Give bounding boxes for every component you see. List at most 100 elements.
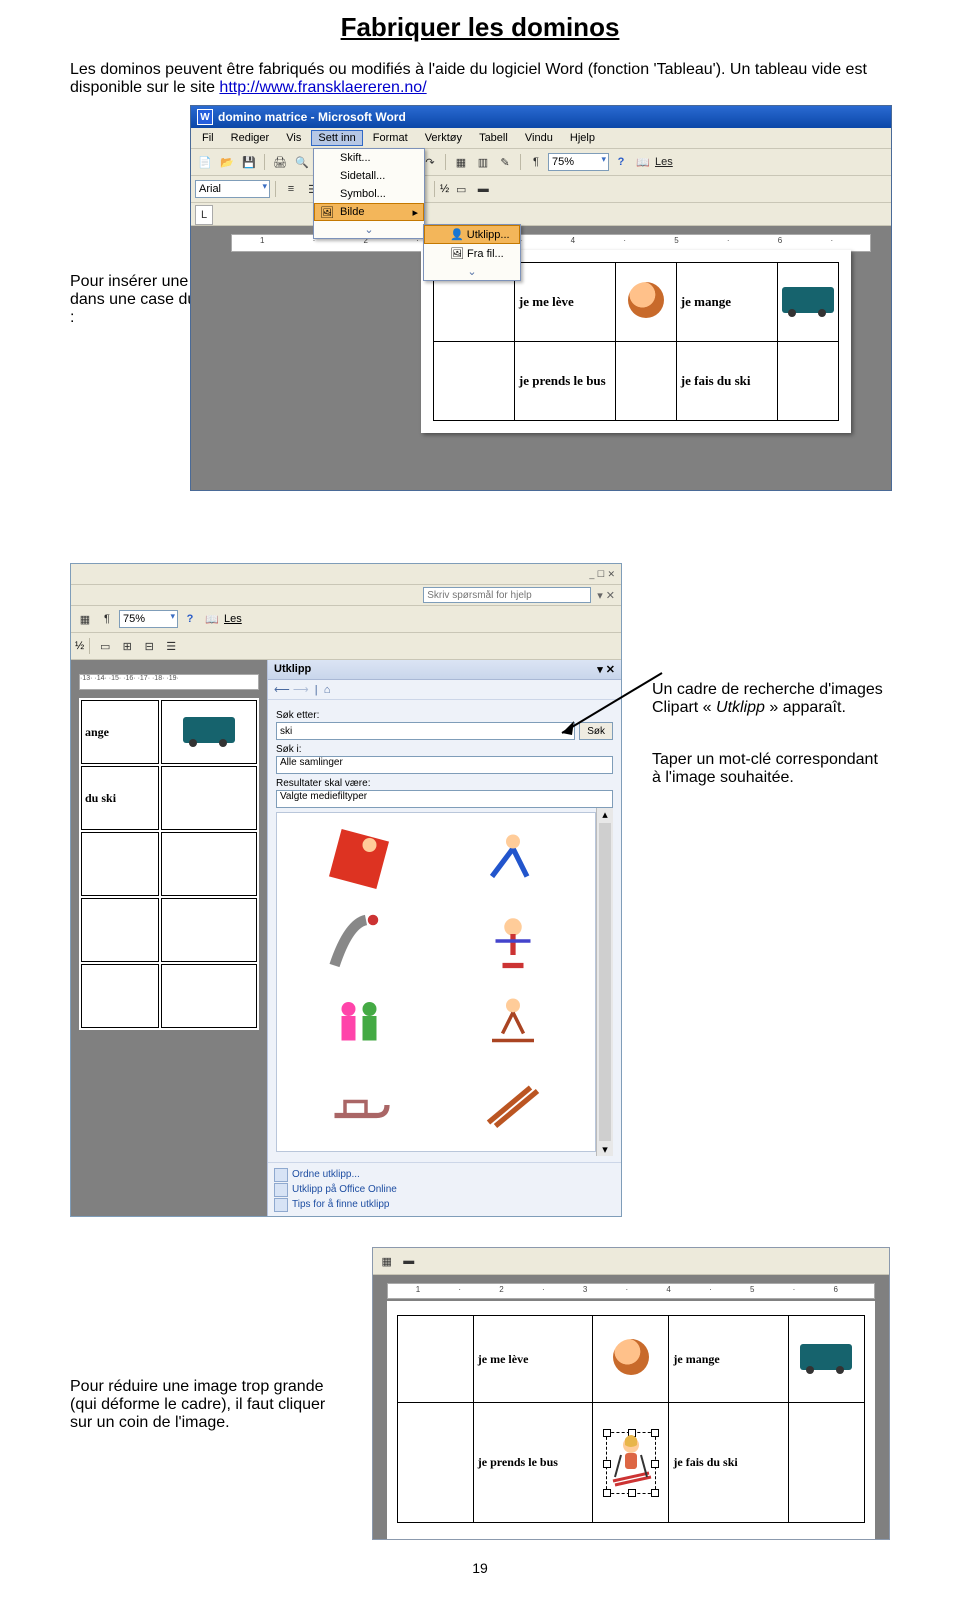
align-left-icon[interactable]: ≡ <box>281 179 301 199</box>
pilcrow-icon[interactable]: ¶ <box>526 152 546 172</box>
table-icon[interactable]: ▦ <box>451 152 471 172</box>
fill-drop-icon[interactable]: ▬ <box>399 1251 419 1271</box>
menu-settinn[interactable]: Sett inn <box>311 130 362 146</box>
read-icon-2[interactable]: 📖 <box>202 609 222 629</box>
read-icon[interactable]: 📖 <box>633 152 653 172</box>
menu-rediger[interactable]: Rediger <box>224 130 277 146</box>
dd-skift[interactable]: Skift... <box>314 149 424 167</box>
help-search-input[interactable] <box>423 587 591 603</box>
merge-icon[interactable]: ⊞ <box>117 636 137 656</box>
frag3-docarea: 1 · 2 · 3 · 4 · 5 · 6 · 7 · 8 · 9 · 10 ·… <box>373 1275 889 1539</box>
sm-frafil-label: Fra fil... <box>467 248 504 260</box>
open-icon[interactable]: 📂 <box>217 152 237 172</box>
lbl-resultater: Resultater skal være: <box>276 778 613 789</box>
sm-utklipp-label: Utklipp... <box>467 229 510 241</box>
help-icon-2[interactable]: ? <box>180 609 200 629</box>
footer-online[interactable]: Utklipp på Office Online <box>274 1182 615 1197</box>
frag3-ruler: 1 · 2 · 3 · 4 · 5 · 6 · 7 · 8 · 9 · 10 ·… <box>387 1283 875 1299</box>
menu-vindu[interactable]: Vindu <box>518 130 560 146</box>
zoom-combo[interactable]: 75% <box>548 153 609 171</box>
thumb-sled[interactable] <box>287 1069 431 1141</box>
rows-icon[interactable]: ☰ <box>161 636 181 656</box>
pilcrow-icon[interactable]: ¶ <box>97 609 117 629</box>
print-icon[interactable]: 🖨 <box>270 152 290 172</box>
bus-clipart-icon <box>782 287 834 313</box>
dd-bilde[interactable]: 🖼 Bilde ▸ <box>314 203 424 221</box>
footer-tips[interactable]: Tips for å finne utklipp <box>274 1197 615 1212</box>
dd-expand-icon[interactable]: ⌄ <box>314 221 424 238</box>
site-link[interactable]: http://www.fransklaereren.no/ <box>219 79 426 96</box>
sm-expand-icon[interactable]: ⌄ <box>424 263 520 280</box>
border-icon-2[interactable]: ▭ <box>95 636 115 656</box>
help-icon[interactable]: ? <box>611 152 631 172</box>
thumb-skijump[interactable] <box>287 905 431 977</box>
split-icon[interactable]: ⊟ <box>139 636 159 656</box>
dd-sidetall[interactable]: Sidetall... <box>314 167 424 185</box>
menu-verktoy[interactable]: Verktøy <box>418 130 469 146</box>
nav-fwd-icon[interactable]: ⟶ <box>293 684 309 696</box>
pane-body: Søk etter: Søk Søk i: Alle samlinger Res… <box>268 700 621 1162</box>
thumb-skier-2[interactable] <box>441 823 585 895</box>
menu-hjelp[interactable]: Hjelp <box>563 130 602 146</box>
save-icon[interactable]: 💾 <box>239 152 259 172</box>
selected-image[interactable] <box>606 1432 656 1494</box>
mediatype-combo[interactable]: Valgte mediefiltyper <box>276 790 613 808</box>
frag2-header: _ ☐ ✕ <box>71 564 621 585</box>
window-title: domino matrice - Microsoft Word <box>218 110 406 124</box>
columns-icon[interactable]: ▥ <box>473 152 493 172</box>
frag2-toolbar-2: ½ ▭ ⊞ ⊟ ☰ <box>71 633 621 660</box>
menu-fil[interactable]: Fil <box>195 130 221 146</box>
thumb-people[interactable] <box>287 987 431 1059</box>
cell-jemeleve: je me lève <box>514 263 615 342</box>
scroll-up-icon[interactable]: ▴ <box>597 808 613 821</box>
preview-icon[interactable]: 🔍 <box>292 152 312 172</box>
frag3-ruler-nums: 1 · 2 · 3 · 4 · 5 · 6 · 7 · 8 · 9 · 10 ·… <box>388 1285 874 1294</box>
sm-frafil[interactable]: 🖼 Fra fil... <box>424 244 520 263</box>
drawing-icon[interactable]: ✎ <box>495 152 515 172</box>
zoom-combo-2[interactable]: 75% <box>119 610 178 628</box>
menu-vis[interactable]: Vis <box>279 130 308 146</box>
word-screenshot-2: _ ☐ ✕ ▾ ✕ ▦ ¶ 75% ? 📖 Les ½ ▭ ⊞ ⊟ ☰ <box>70 563 622 1217</box>
nav-home-icon[interactable]: ⌂ <box>324 684 331 696</box>
new-icon[interactable]: 📄 <box>195 152 215 172</box>
thumb-skier-3[interactable] <box>441 987 585 1059</box>
page-title: Fabriquer les dominos <box>70 12 890 43</box>
skier-clipart-icon <box>607 1433 655 1489</box>
cell-bus-img-2 <box>161 700 257 764</box>
clipart-icon: 👤 <box>450 229 464 241</box>
nav-back-icon[interactable]: ⟵ <box>274 684 290 696</box>
search-input[interactable] <box>276 722 575 740</box>
frag3-domino-table: je me lève je mange je prends le bus <box>397 1315 865 1523</box>
toolbar-2: Arial ≡ ☰ ≣ ⇤ ⇥ A ½ ▭ ▬ <box>191 176 891 203</box>
page-number: 19 <box>70 1560 890 1576</box>
settinn-dropdown: Skift... Sidetall... Symbol... 🖼 Bilde ▸… <box>313 148 425 239</box>
border-drop-icon[interactable]: ▦ <box>377 1251 397 1271</box>
collections-combo[interactable]: Alle samlinger <box>276 756 613 774</box>
cell3-skier-img[interactable] <box>593 1403 669 1523</box>
cell3-ski-text: je fais du ski <box>669 1403 789 1523</box>
footer-ordne[interactable]: Ordne utklipp... <box>274 1167 615 1182</box>
note2-utklipp: Utklipp <box>716 699 765 716</box>
results-scrollbar[interactable]: ▴ ▾ <box>596 808 613 1156</box>
menu-format[interactable]: Format <box>366 130 415 146</box>
thumb-skier-1[interactable] <box>287 823 431 895</box>
bilde-submenu: 👤 Utklipp... 🖼 Fra fil... ⌄ <box>423 224 521 281</box>
sm-utklipp[interactable]: 👤 Utklipp... <box>424 225 520 244</box>
tb-icon[interactable]: ▦ <box>75 609 95 629</box>
thumb-skis[interactable] <box>441 1069 585 1141</box>
frag2-toolbar-1: ▦ ¶ 75% ? 📖 Les <box>71 606 621 633</box>
help-close-icon[interactable]: ▾ ✕ <box>597 589 615 602</box>
dd-symbol[interactable]: Symbol... <box>314 185 424 203</box>
scroll-down-icon[interactable]: ▾ <box>597 1143 613 1156</box>
thumb-skier-kid[interactable] <box>441 905 585 977</box>
cell3-bus-img <box>788 1316 864 1403</box>
domino-table: je me lève je mange je prends le bus je … <box>433 262 839 421</box>
fill-icon[interactable]: ▬ <box>473 179 493 199</box>
dd-bilde-label: Bilde <box>340 206 364 218</box>
border-icon[interactable]: ▭ <box>451 179 471 199</box>
les-label: Les <box>655 156 673 168</box>
cell3-jemeleve: je me lève <box>473 1316 593 1403</box>
font-combo[interactable]: Arial <box>195 180 270 198</box>
wake-icon-3 <box>613 1339 649 1375</box>
menu-tabell[interactable]: Tabell <box>472 130 515 146</box>
